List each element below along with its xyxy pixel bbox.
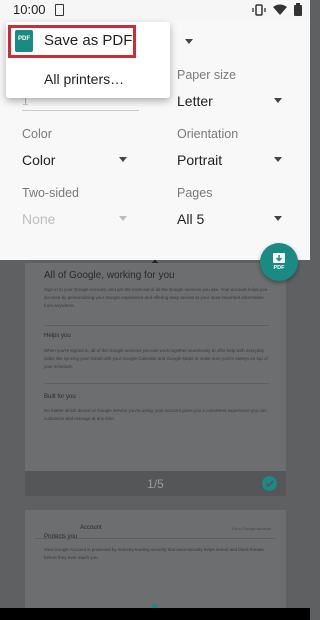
two-sided-select: None <box>22 211 56 227</box>
color-label: Color <box>22 127 52 141</box>
printer-dropdown-arrow-icon[interactable] <box>185 39 193 44</box>
download-icon <box>273 253 285 263</box>
pages-dropdown-icon[interactable] <box>274 216 282 221</box>
sim-card-icon <box>55 4 64 16</box>
printer-menu: PDF Save as PDF All printers… <box>6 22 170 98</box>
battery-icon <box>294 3 302 16</box>
paper-size-dropdown-icon[interactable] <box>274 98 282 103</box>
paper-size-label: Paper size <box>177 68 237 82</box>
pages-select[interactable]: All 5 <box>177 211 204 227</box>
orientation-dropdown-icon[interactable] <box>274 157 282 162</box>
status-bar: 10:00 <box>0 0 310 20</box>
preview-page-1[interactable]: All of Google, working for you Sign in t… <box>25 263 286 496</box>
status-icons <box>252 3 302 16</box>
preview-intro: Sign in to your Google Account, and get … <box>44 287 268 308</box>
preview-section-body: No matter which device or Google service… <box>44 408 267 421</box>
preview-title: All of Google, working for you <box>44 270 175 281</box>
paper-size-select[interactable]: Letter <box>177 93 213 109</box>
copies-underline <box>22 110 139 111</box>
download-pdf-button[interactable]: PDF <box>260 243 298 281</box>
preview-header-link: Go to Google Account <box>231 526 271 531</box>
fab-pdf-label: PDF <box>273 265 285 271</box>
wifi-icon <box>273 4 287 15</box>
printer-option-save-pdf[interactable]: Save as PDF <box>44 32 132 49</box>
orientation-label: Orientation <box>177 127 239 141</box>
two-sided-label: Two-sided <box>22 186 79 200</box>
color-dropdown-icon[interactable] <box>119 157 127 162</box>
preview-divider <box>44 325 269 326</box>
page-number: 1/5 <box>147 477 164 491</box>
preview-header-account: Account <box>80 525 102 531</box>
page-selected-check-icon[interactable] <box>262 476 277 491</box>
preview-section-heading: Protects you <box>44 534 78 540</box>
pages-label: Pages <box>177 186 213 200</box>
color-select[interactable]: Color <box>22 152 55 168</box>
preview-section-body: Your Google Account is protected by indu… <box>44 547 264 560</box>
status-time: 10:00 <box>13 2 46 17</box>
preview-section-body: When you're signed in, all of the Google… <box>44 348 268 369</box>
orientation-select[interactable]: Portrait <box>177 152 222 168</box>
pdf-icon: PDF <box>15 30 33 52</box>
vibrate-icon <box>252 3 266 16</box>
printer-option-all-printers[interactable]: All printers… <box>44 71 124 87</box>
navigation-bar <box>0 608 310 620</box>
preview-divider <box>44 383 269 384</box>
page-footer-bar: 1/5 <box>25 471 286 496</box>
preview-section-heading: Built for you <box>44 394 76 400</box>
two-sided-dropdown-icon <box>119 216 127 221</box>
preview-section-heading: Helps you <box>44 333 71 339</box>
